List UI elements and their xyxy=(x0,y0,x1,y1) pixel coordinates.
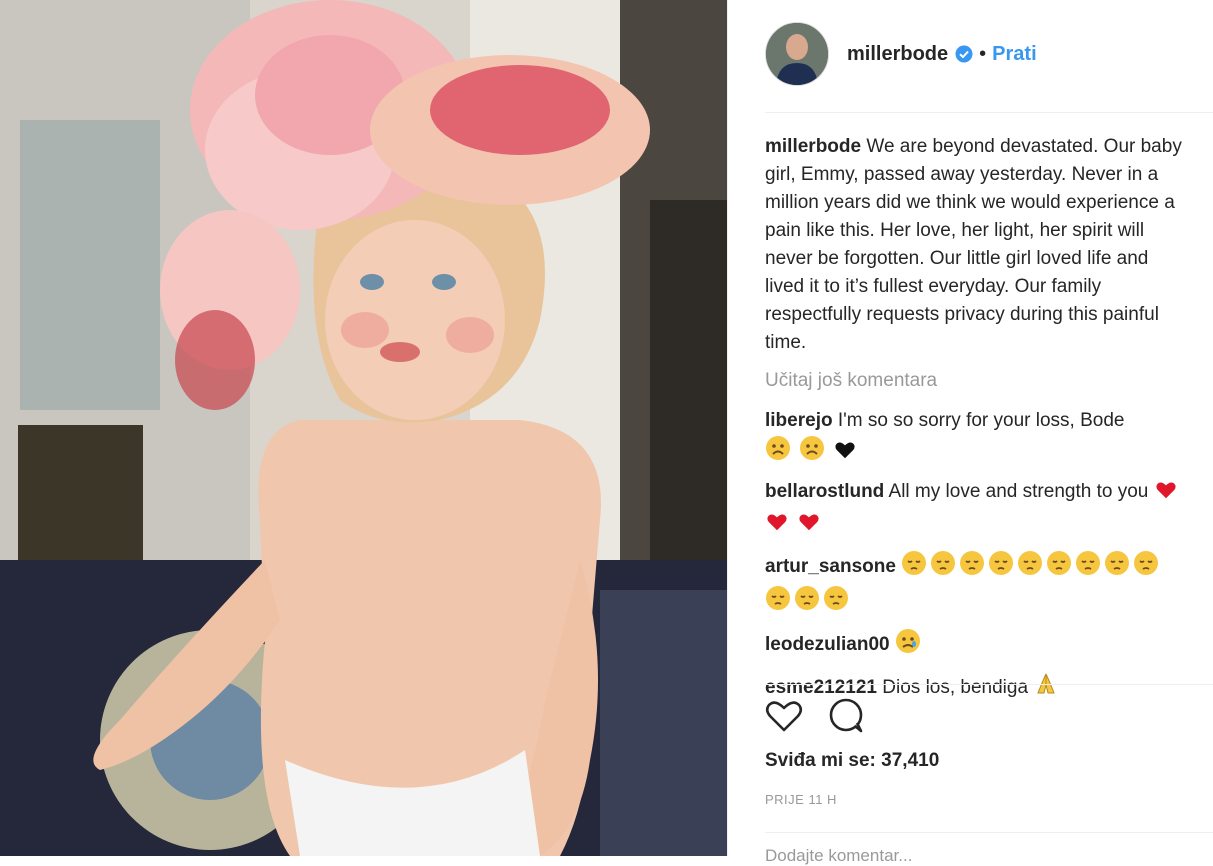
username-link[interactable]: millerbode xyxy=(847,43,948,66)
actions-divider xyxy=(765,684,1213,685)
red-heart-icon xyxy=(797,511,821,542)
praying-hands-icon xyxy=(1033,671,1059,706)
post-side-panel: millerbode • Prati millerbode We are bey… xyxy=(727,0,1213,865)
comment-item: liberejo I'm so so sorry for your loss, … xyxy=(765,407,1185,470)
post-image xyxy=(0,0,727,856)
post-timestamp: PRIJE 11 H xyxy=(765,792,837,807)
pensive-face-icon xyxy=(1104,550,1130,585)
comment-input-divider xyxy=(765,832,1213,833)
add-comment-input[interactable]: Dodajte komentar... xyxy=(765,846,912,866)
comment-item: bellarostlund All my love and strength t… xyxy=(765,478,1185,542)
crying-face-icon xyxy=(895,628,921,663)
comment-item: artur_sansone xyxy=(765,550,1185,620)
sad-face-icon xyxy=(765,435,791,470)
black-heart-icon xyxy=(834,439,856,470)
comment-username[interactable]: liberejo xyxy=(765,410,833,431)
pensive-face-icon xyxy=(794,585,820,620)
pensive-face-icon xyxy=(1046,550,1072,585)
post-photo[interactable] xyxy=(0,0,727,856)
avatar[interactable] xyxy=(765,22,829,86)
like-heart-icon[interactable] xyxy=(765,698,803,739)
post-header: millerbode • Prati xyxy=(765,22,1037,86)
pensive-face-icon xyxy=(901,550,927,585)
caption-username[interactable]: millerbode xyxy=(765,136,861,157)
follow-button[interactable]: Prati xyxy=(992,43,1036,66)
comments-section: millerbode We are beyond devastated. Our… xyxy=(765,133,1185,714)
comment-username[interactable]: artur_sansone xyxy=(765,556,896,577)
comment-text: Dios los, bendiga xyxy=(882,677,1029,698)
pensive-face-icon xyxy=(1017,550,1043,585)
likes-count[interactable]: Sviđa mi se: 37,410 xyxy=(765,750,939,772)
header-divider xyxy=(765,112,1213,113)
pensive-face-icon xyxy=(930,550,956,585)
comment-username[interactable]: esme212121 xyxy=(765,677,877,698)
pensive-face-icon xyxy=(988,550,1014,585)
pensive-face-icon xyxy=(1133,550,1159,585)
comment-username[interactable]: leodezulian00 xyxy=(765,634,890,655)
separator-dot: • xyxy=(979,42,987,65)
comment-bubble-icon[interactable] xyxy=(827,698,865,739)
pensive-face-icon xyxy=(1075,550,1101,585)
red-heart-icon xyxy=(1154,479,1178,510)
caption: millerbode We are beyond devastated. Our… xyxy=(765,133,1185,357)
avatar-image xyxy=(766,23,828,85)
comment-text: I'm so so sorry for your loss, Bode xyxy=(837,410,1125,431)
post-actions xyxy=(765,698,865,739)
pensive-face-icon xyxy=(765,585,791,620)
comment-text: All my love and strength to you xyxy=(888,481,1149,502)
sad-face-icon xyxy=(799,435,825,470)
verified-badge-icon xyxy=(955,45,973,63)
pensive-face-icon xyxy=(959,550,985,585)
load-more-comments-link[interactable]: Učitaj još komentara xyxy=(765,367,1185,395)
red-heart-icon xyxy=(765,511,789,542)
caption-text: We are beyond devastated. Our baby girl,… xyxy=(765,136,1182,353)
comment-username[interactable]: bellarostlund xyxy=(765,481,884,502)
pensive-face-icon xyxy=(823,585,849,620)
comment-item: leodezulian00 xyxy=(765,628,1185,663)
